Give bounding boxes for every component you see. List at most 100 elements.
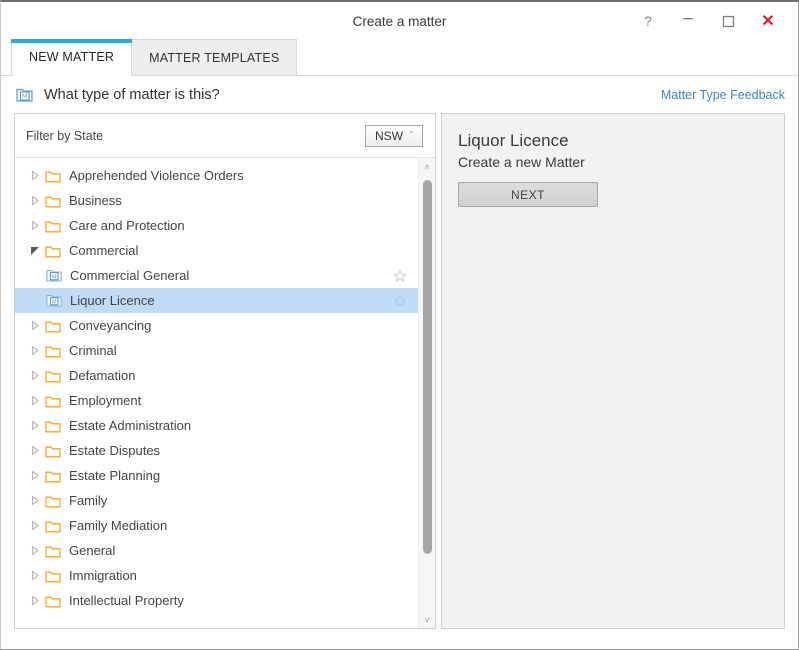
expand-triangle-icon[interactable] — [25, 513, 45, 538]
matter-type-feedback-link[interactable]: Matter Type Feedback — [661, 88, 785, 102]
expand-triangle-icon[interactable] — [25, 338, 45, 363]
expand-triangle-icon[interactable] — [25, 413, 45, 438]
folder-icon — [45, 421, 61, 432]
tree-item-conveyancing[interactable]: Conveyancing — [15, 313, 418, 338]
expand-triangle-icon[interactable] — [25, 588, 45, 613]
tree-item-liquor-licence[interactable]: M Liquor Licence — [15, 288, 418, 313]
folder-icon — [45, 221, 61, 232]
tree-item-estate-planning[interactable]: Estate Planning — [15, 463, 418, 488]
close-button[interactable]: ✕ — [748, 8, 788, 34]
detail-subtitle: Create a new Matter — [458, 154, 585, 170]
expand-triangle-icon[interactable] — [25, 213, 45, 238]
tree-item-general[interactable]: General — [15, 538, 418, 563]
tree-item-label: Estate Planning — [69, 468, 161, 483]
expand-triangle-icon[interactable] — [25, 488, 45, 513]
tree-item-commercial[interactable]: Commercial — [15, 238, 418, 263]
expand-triangle-icon[interactable] — [25, 163, 45, 188]
tree-item-intellectual-property[interactable]: Intellectual Property — [15, 588, 418, 613]
expand-triangle-icon[interactable] — [25, 313, 45, 338]
scroll-down-button[interactable]: ˅ — [419, 611, 435, 628]
tree-item-immigration[interactable]: Immigration — [15, 563, 418, 588]
tree-item-label: Estate Disputes — [69, 443, 161, 458]
expand-triangle-icon[interactable] — [25, 388, 45, 413]
folder-icon — [45, 321, 61, 332]
tab-new-matter-label: NEW MATTER — [29, 50, 115, 64]
expand-triangle-icon[interactable] — [25, 538, 45, 563]
tree-item-label: Defamation — [69, 368, 136, 383]
state-select-value: NSW — [375, 128, 403, 143]
main-content: Filter by State NSW ˇ Apprehended Violen… — [14, 113, 785, 629]
folder-icon — [45, 346, 61, 357]
detail-title: Liquor Licence — [458, 131, 569, 150]
svg-text:M: M — [22, 93, 27, 100]
tree-item-label: Family Mediation — [69, 518, 168, 533]
filter-by-state-label: Filter by State — [26, 128, 104, 143]
folder-icon — [45, 196, 61, 207]
tree-item-label: Estate Administration — [69, 418, 192, 433]
title-bar: Create a matter ? ✕ — [1, 2, 798, 40]
matter-icon: M — [46, 295, 62, 307]
expand-triangle-icon[interactable] — [25, 188, 45, 213]
window-controls: ? ✕ — [628, 8, 792, 34]
tree-item-label: Family — [69, 493, 108, 508]
create-matter-dialog: Create a matter ? ✕ NEW MATTER MATTER TE… — [0, 0, 799, 650]
collapse-triangle-icon[interactable] — [25, 238, 45, 263]
maximize-icon — [722, 15, 734, 27]
tree-item-label: General — [69, 543, 116, 558]
tree-item-employment[interactable]: Employment — [15, 388, 418, 413]
help-button[interactable]: ? — [628, 8, 668, 34]
svg-text:M: M — [52, 274, 57, 280]
tab-matter-templates[interactable]: MATTER TEMPLATES — [131, 39, 298, 75]
scrollbar-thumb[interactable] — [423, 180, 432, 554]
filter-bar: Filter by State NSW ˇ — [15, 114, 435, 158]
expand-triangle-icon[interactable] — [25, 563, 45, 588]
expand-triangle-icon[interactable] — [25, 463, 45, 488]
tree-item-label: Intellectual Property — [69, 593, 184, 608]
tree-item-apprehended-violence-orders[interactable]: Apprehended Violence Orders — [15, 163, 418, 188]
next-button[interactable]: NEXT — [458, 182, 598, 207]
tree-item-business[interactable]: Business — [15, 188, 418, 213]
tree-item-label: Apprehended Violence Orders — [69, 168, 244, 183]
scroll-up-button[interactable]: ˄ — [419, 158, 435, 175]
tab-matter-templates-label: MATTER TEMPLATES — [149, 50, 280, 65]
folder-icon — [45, 471, 61, 482]
tree-item-label: Conveyancing — [69, 318, 152, 333]
minimize-button[interactable] — [668, 8, 708, 34]
tree-item-defamation[interactable]: Defamation — [15, 363, 418, 388]
tree-item-label: Employment — [69, 393, 142, 408]
favorite-star-icon[interactable] — [393, 294, 407, 308]
matter-icon: M — [46, 270, 62, 282]
tab-new-matter[interactable]: NEW MATTER — [11, 39, 133, 76]
favorite-star-icon[interactable] — [393, 269, 407, 283]
tree-item-estate-disputes[interactable]: Estate Disputes — [15, 438, 418, 463]
tree-item-family-mediation[interactable]: Family Mediation — [15, 513, 418, 538]
tree-item-estate-administration[interactable]: Estate Administration — [15, 413, 418, 438]
tree-item-label: Commercial General — [70, 268, 190, 283]
folder-icon — [45, 596, 61, 607]
chevron-down-icon: ˇ — [410, 130, 413, 140]
tree-item-label: Criminal — [69, 343, 117, 358]
tree-item-label: Business — [69, 193, 122, 208]
matter-detail-panel: Liquor Licence Create a new Matter NEXT — [441, 113, 785, 629]
maximize-button[interactable] — [708, 8, 748, 34]
folder-icon — [45, 171, 61, 182]
tree-item-criminal[interactable]: Criminal — [15, 338, 418, 363]
page-title: What type of matter is this? — [44, 86, 220, 103]
tab-strip: NEW MATTER MATTER TEMPLATES — [1, 39, 798, 76]
matter-type-tree: Apprehended Violence Orders Business Care … — [15, 158, 418, 628]
folder-icon — [45, 521, 61, 532]
tree-item-family[interactable]: Family — [15, 488, 418, 513]
expand-triangle-icon[interactable] — [25, 363, 45, 388]
tree-item-commercial-general[interactable]: M Commercial General — [15, 263, 418, 288]
tree-scrollbar[interactable]: ˄ ˅ — [418, 158, 435, 628]
folder-icon — [45, 496, 61, 507]
state-select[interactable]: NSW ˇ — [365, 124, 423, 147]
svg-text:M: M — [52, 299, 57, 305]
tree-item-care-and-protection[interactable]: Care and Protection — [15, 213, 418, 238]
tree-item-label: Care and Protection — [69, 218, 185, 233]
minimize-icon — [683, 17, 693, 19]
folder-icon — [45, 546, 61, 557]
expand-triangle-icon[interactable] — [25, 438, 45, 463]
folder-icon — [45, 371, 61, 382]
tree-scroll-area: Apprehended Violence Orders Business Care … — [15, 158, 435, 628]
